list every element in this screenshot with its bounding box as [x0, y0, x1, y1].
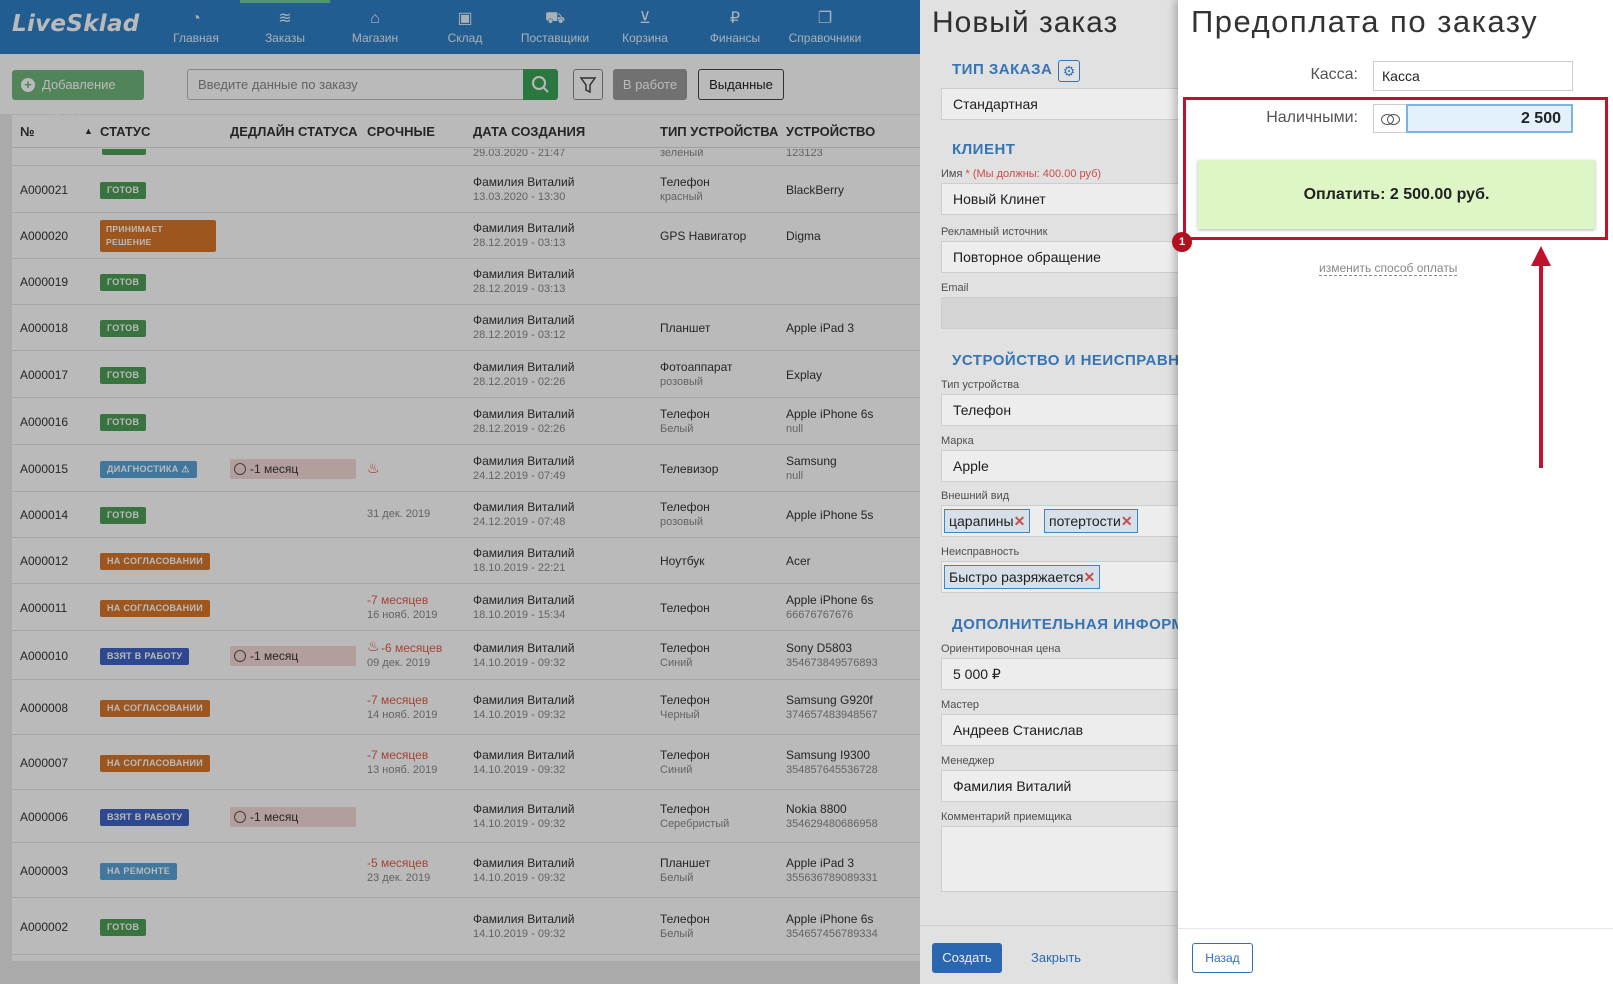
highlight-box	[1183, 97, 1608, 240]
change-payment-method-link[interactable]: изменить способ оплаты	[1319, 261, 1458, 276]
modal-backdrop[interactable]	[0, 0, 920, 984]
prepayment-title: Предоплата по заказу	[1191, 4, 1539, 39]
back-button[interactable]: Назад	[1192, 943, 1253, 973]
panel-dim	[920, 0, 1178, 984]
cashbox-select[interactable]: Касса	[1373, 61, 1573, 91]
prepayment-footer: Назад	[1178, 928, 1613, 984]
annotation-arrow	[1539, 262, 1543, 468]
annotation-number-badge: 1	[1172, 232, 1192, 252]
cashbox-label: Касса:	[1310, 66, 1358, 83]
